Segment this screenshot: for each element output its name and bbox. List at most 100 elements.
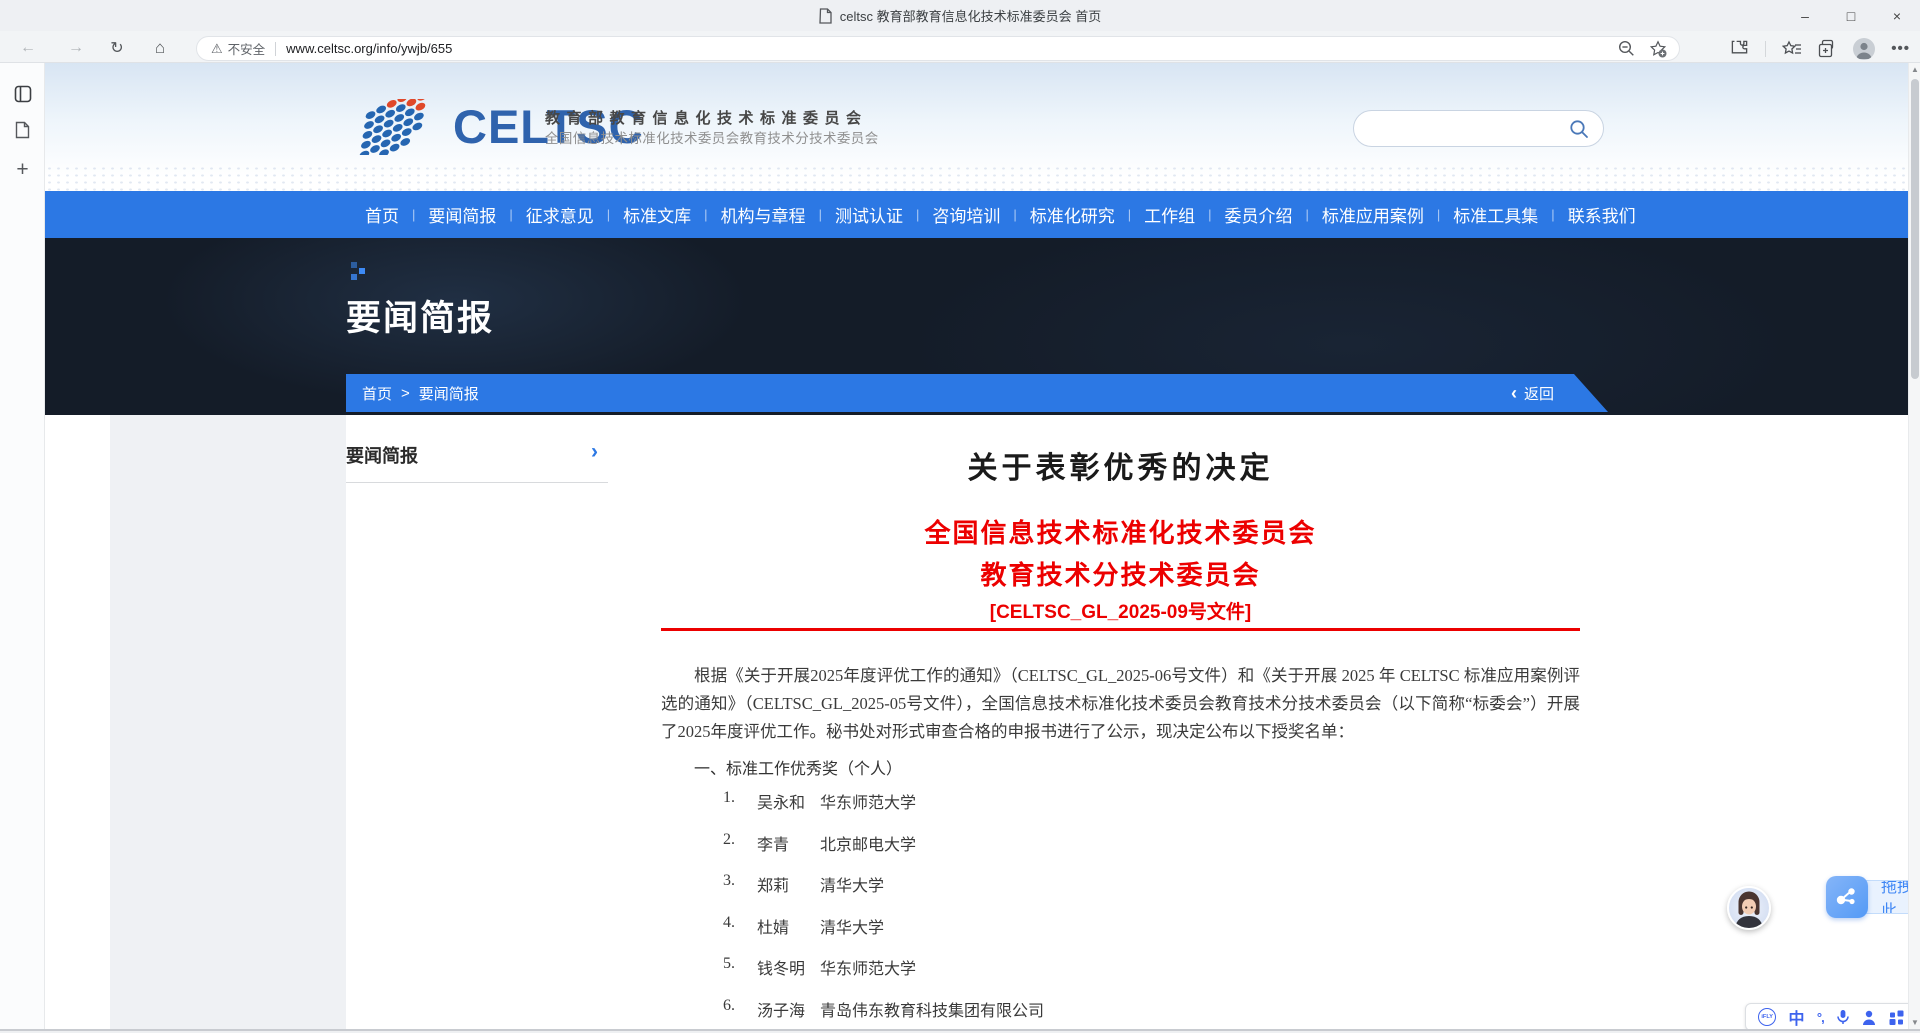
ime-language-toggle[interactable]: 中 bbox=[1789, 1005, 1805, 1029]
breadcrumb-home[interactable]: 首页 bbox=[362, 383, 392, 404]
nav-separator: | bbox=[1306, 207, 1309, 222]
nav-separator: | bbox=[1437, 207, 1440, 222]
nav-item-news[interactable]: 要闻简报 bbox=[428, 202, 496, 227]
ime-panel-grid-icon[interactable] bbox=[1889, 1010, 1904, 1025]
ime-toolbar: iFLY 中 °, bbox=[1745, 1003, 1917, 1031]
awardee-name: 杜婧 bbox=[757, 914, 820, 956]
item-number: 1. bbox=[723, 789, 757, 831]
awardee-org: 清华大学 bbox=[820, 872, 884, 914]
scroll-down-arrow[interactable]: ▼ bbox=[1909, 1016, 1920, 1030]
titlebar: celtsc 教育部教育信息化技术标准委员会 首页 – □ × bbox=[0, 0, 1920, 31]
warning-icon: ⚠ bbox=[211, 41, 223, 57]
article-paragraph: 根据《关于开展2025年度评优工作的通知》（CELTSC_GL_2025-06号… bbox=[661, 662, 1580, 746]
url-text: www.celtsc.org/info/ywjb/655 bbox=[286, 41, 452, 56]
nav-item-members[interactable]: 委员介绍 bbox=[1225, 202, 1293, 227]
scrollbar[interactable]: ▲ ▼ bbox=[1908, 63, 1920, 1030]
red-heading-line2: 教育技术分技术委员会 bbox=[661, 555, 1580, 592]
awardee-name: 吴永和 bbox=[757, 789, 820, 831]
chevron-right-icon[interactable]: › bbox=[591, 440, 598, 464]
sidebar-item-news[interactable]: 要闻简报 bbox=[346, 442, 418, 468]
user-icon[interactable] bbox=[1862, 1010, 1876, 1025]
awardee-name: 李青 bbox=[757, 831, 820, 873]
forward-button[interactable]: → bbox=[64, 36, 88, 60]
add-favorite-icon[interactable] bbox=[1649, 40, 1667, 58]
more-menu-button[interactable]: ••• bbox=[1891, 40, 1910, 57]
red-heading-line1: 全国信息技术标准化技术委员会 bbox=[661, 513, 1580, 550]
page-banner: 要闻简报 首页 > 要闻简报 ‹ 返回 bbox=[45, 238, 1908, 415]
nav-separator: | bbox=[509, 207, 512, 222]
browser-window: celtsc 教育部教育信息化技术标准委员会 首页 – □ × ← → ↻ ⌂ … bbox=[0, 0, 1920, 1033]
breadcrumb-current: 要闻简报 bbox=[419, 383, 479, 404]
nav-separator: | bbox=[412, 207, 415, 222]
home-button[interactable]: ⌂ bbox=[148, 36, 172, 60]
back-chevron-icon: ‹ bbox=[1511, 383, 1517, 404]
nav-separator: | bbox=[704, 207, 707, 222]
netdisk-icon[interactable] bbox=[1826, 876, 1868, 918]
favorites-icon[interactable] bbox=[1782, 40, 1802, 58]
site-header: CELTSC 教育部教育信息化技术标准委员会 全国信息技术标准化技术委员会教育技… bbox=[45, 63, 1908, 191]
back-link[interactable]: ‹ 返回 bbox=[1511, 374, 1554, 412]
article-title: 关于表彰优秀的决定 bbox=[661, 443, 1580, 487]
list-item: 5.钱冬明华东师范大学 bbox=[723, 955, 1044, 997]
ime-punctuation-toggle[interactable]: °, bbox=[1817, 1010, 1824, 1025]
scrollbar-thumb[interactable] bbox=[1911, 79, 1919, 379]
security-badge[interactable]: ⚠ 不安全 bbox=[211, 39, 265, 58]
back-label: 返回 bbox=[1524, 383, 1554, 404]
nav-item-charter[interactable]: 机构与章程 bbox=[721, 202, 806, 227]
awardee-name: 钱冬明 bbox=[757, 955, 820, 997]
document-number: [CELTSC_GL_2025-09号文件] bbox=[661, 597, 1580, 624]
awardee-name: 汤子海 bbox=[757, 997, 820, 1030]
toolbar-right: ••• bbox=[1730, 36, 1910, 61]
main-nav: 首页 | 要闻简报 | 征求意见 | 标准文库 | 机构与章程 | 测试认证 | 咨询培训 |… bbox=[45, 191, 1908, 238]
chip-separator bbox=[275, 42, 276, 56]
window-bottom-border bbox=[0, 1029, 1920, 1033]
search-icon[interactable] bbox=[1568, 118, 1590, 140]
refresh-button[interactable]: ↻ bbox=[105, 36, 129, 60]
nav-separator: | bbox=[819, 207, 822, 222]
minimize-button[interactable]: – bbox=[1782, 0, 1828, 31]
address-bar[interactable]: ⚠ 不安全 www.celtsc.org/info/ywjb/655 bbox=[196, 36, 1680, 61]
sidebar-background bbox=[110, 415, 346, 1030]
nav-separator: | bbox=[1551, 207, 1554, 222]
nav-item-comments[interactable]: 征求意见 bbox=[526, 202, 594, 227]
nav-item-cases[interactable]: 标准应用案例 bbox=[1322, 202, 1424, 227]
nav-item-home[interactable]: 首页 bbox=[365, 202, 399, 227]
maximize-button[interactable]: □ bbox=[1828, 0, 1874, 31]
nav-item-research[interactable]: 标准化研究 bbox=[1030, 202, 1115, 227]
org-name-line2: 全国信息技术标准化技术委员会教育技术分技术委员会 bbox=[545, 127, 879, 147]
awardee-org: 清华大学 bbox=[820, 914, 884, 956]
item-number: 6. bbox=[723, 997, 757, 1030]
extensions-icon[interactable] bbox=[1730, 39, 1749, 58]
nav-item-standards[interactable]: 标准文库 bbox=[623, 202, 691, 227]
breadcrumb-bar: 首页 > 要闻简报 ‹ 返回 bbox=[346, 374, 1612, 412]
tab-actions-button[interactable] bbox=[8, 79, 37, 108]
assistant-avatar[interactable] bbox=[1727, 886, 1771, 930]
nav-item-contact[interactable]: 联系我们 bbox=[1568, 202, 1636, 227]
list-item: 6.汤子海青岛伟东教育科技集团有限公司 bbox=[723, 997, 1044, 1030]
close-button[interactable]: × bbox=[1874, 0, 1920, 31]
collections-icon[interactable] bbox=[1818, 39, 1837, 58]
list-item: 2.李青北京邮电大学 bbox=[723, 831, 1044, 873]
profile-avatar[interactable] bbox=[1853, 38, 1875, 60]
microphone-icon[interactable] bbox=[1836, 1009, 1850, 1025]
list-item: 3.郑莉清华大学 bbox=[723, 872, 1044, 914]
sidebar-divider bbox=[346, 482, 608, 483]
nav-separator: | bbox=[916, 207, 919, 222]
awardee-list: 1.吴永和华东师范大学 2.李青北京邮电大学 3.郑莉清华大学 4.杜婧清华大学… bbox=[723, 789, 1044, 1030]
security-label: 不安全 bbox=[228, 39, 266, 58]
content-area: 要闻简报 › 关于表彰优秀的决定 全国信息技术标准化技术委员会 教育技术分技术委… bbox=[45, 415, 1908, 1030]
search-input[interactable] bbox=[1353, 110, 1604, 147]
zoom-out-icon[interactable] bbox=[1618, 40, 1635, 57]
scroll-up-arrow[interactable]: ▲ bbox=[1909, 63, 1920, 77]
nav-item-training[interactable]: 咨询培训 bbox=[932, 202, 1000, 227]
page-tab-button[interactable] bbox=[8, 115, 37, 144]
nav-item-tools[interactable]: 标准工具集 bbox=[1453, 202, 1538, 227]
back-button[interactable]: ← bbox=[16, 36, 40, 60]
nav-separator: | bbox=[1208, 207, 1211, 222]
window-title: celtsc 教育部教育信息化技术标准委员会 首页 bbox=[840, 6, 1101, 25]
nav-item-testing[interactable]: 测试认证 bbox=[835, 202, 903, 227]
ime-logo-icon[interactable]: iFLY bbox=[1758, 1008, 1776, 1026]
nav-item-workgroup[interactable]: 工作组 bbox=[1144, 202, 1195, 227]
tab-title: celtsc 教育部教育信息化技术标准委员会 首页 bbox=[0, 0, 1920, 31]
new-tab-button[interactable]: + bbox=[8, 155, 37, 184]
